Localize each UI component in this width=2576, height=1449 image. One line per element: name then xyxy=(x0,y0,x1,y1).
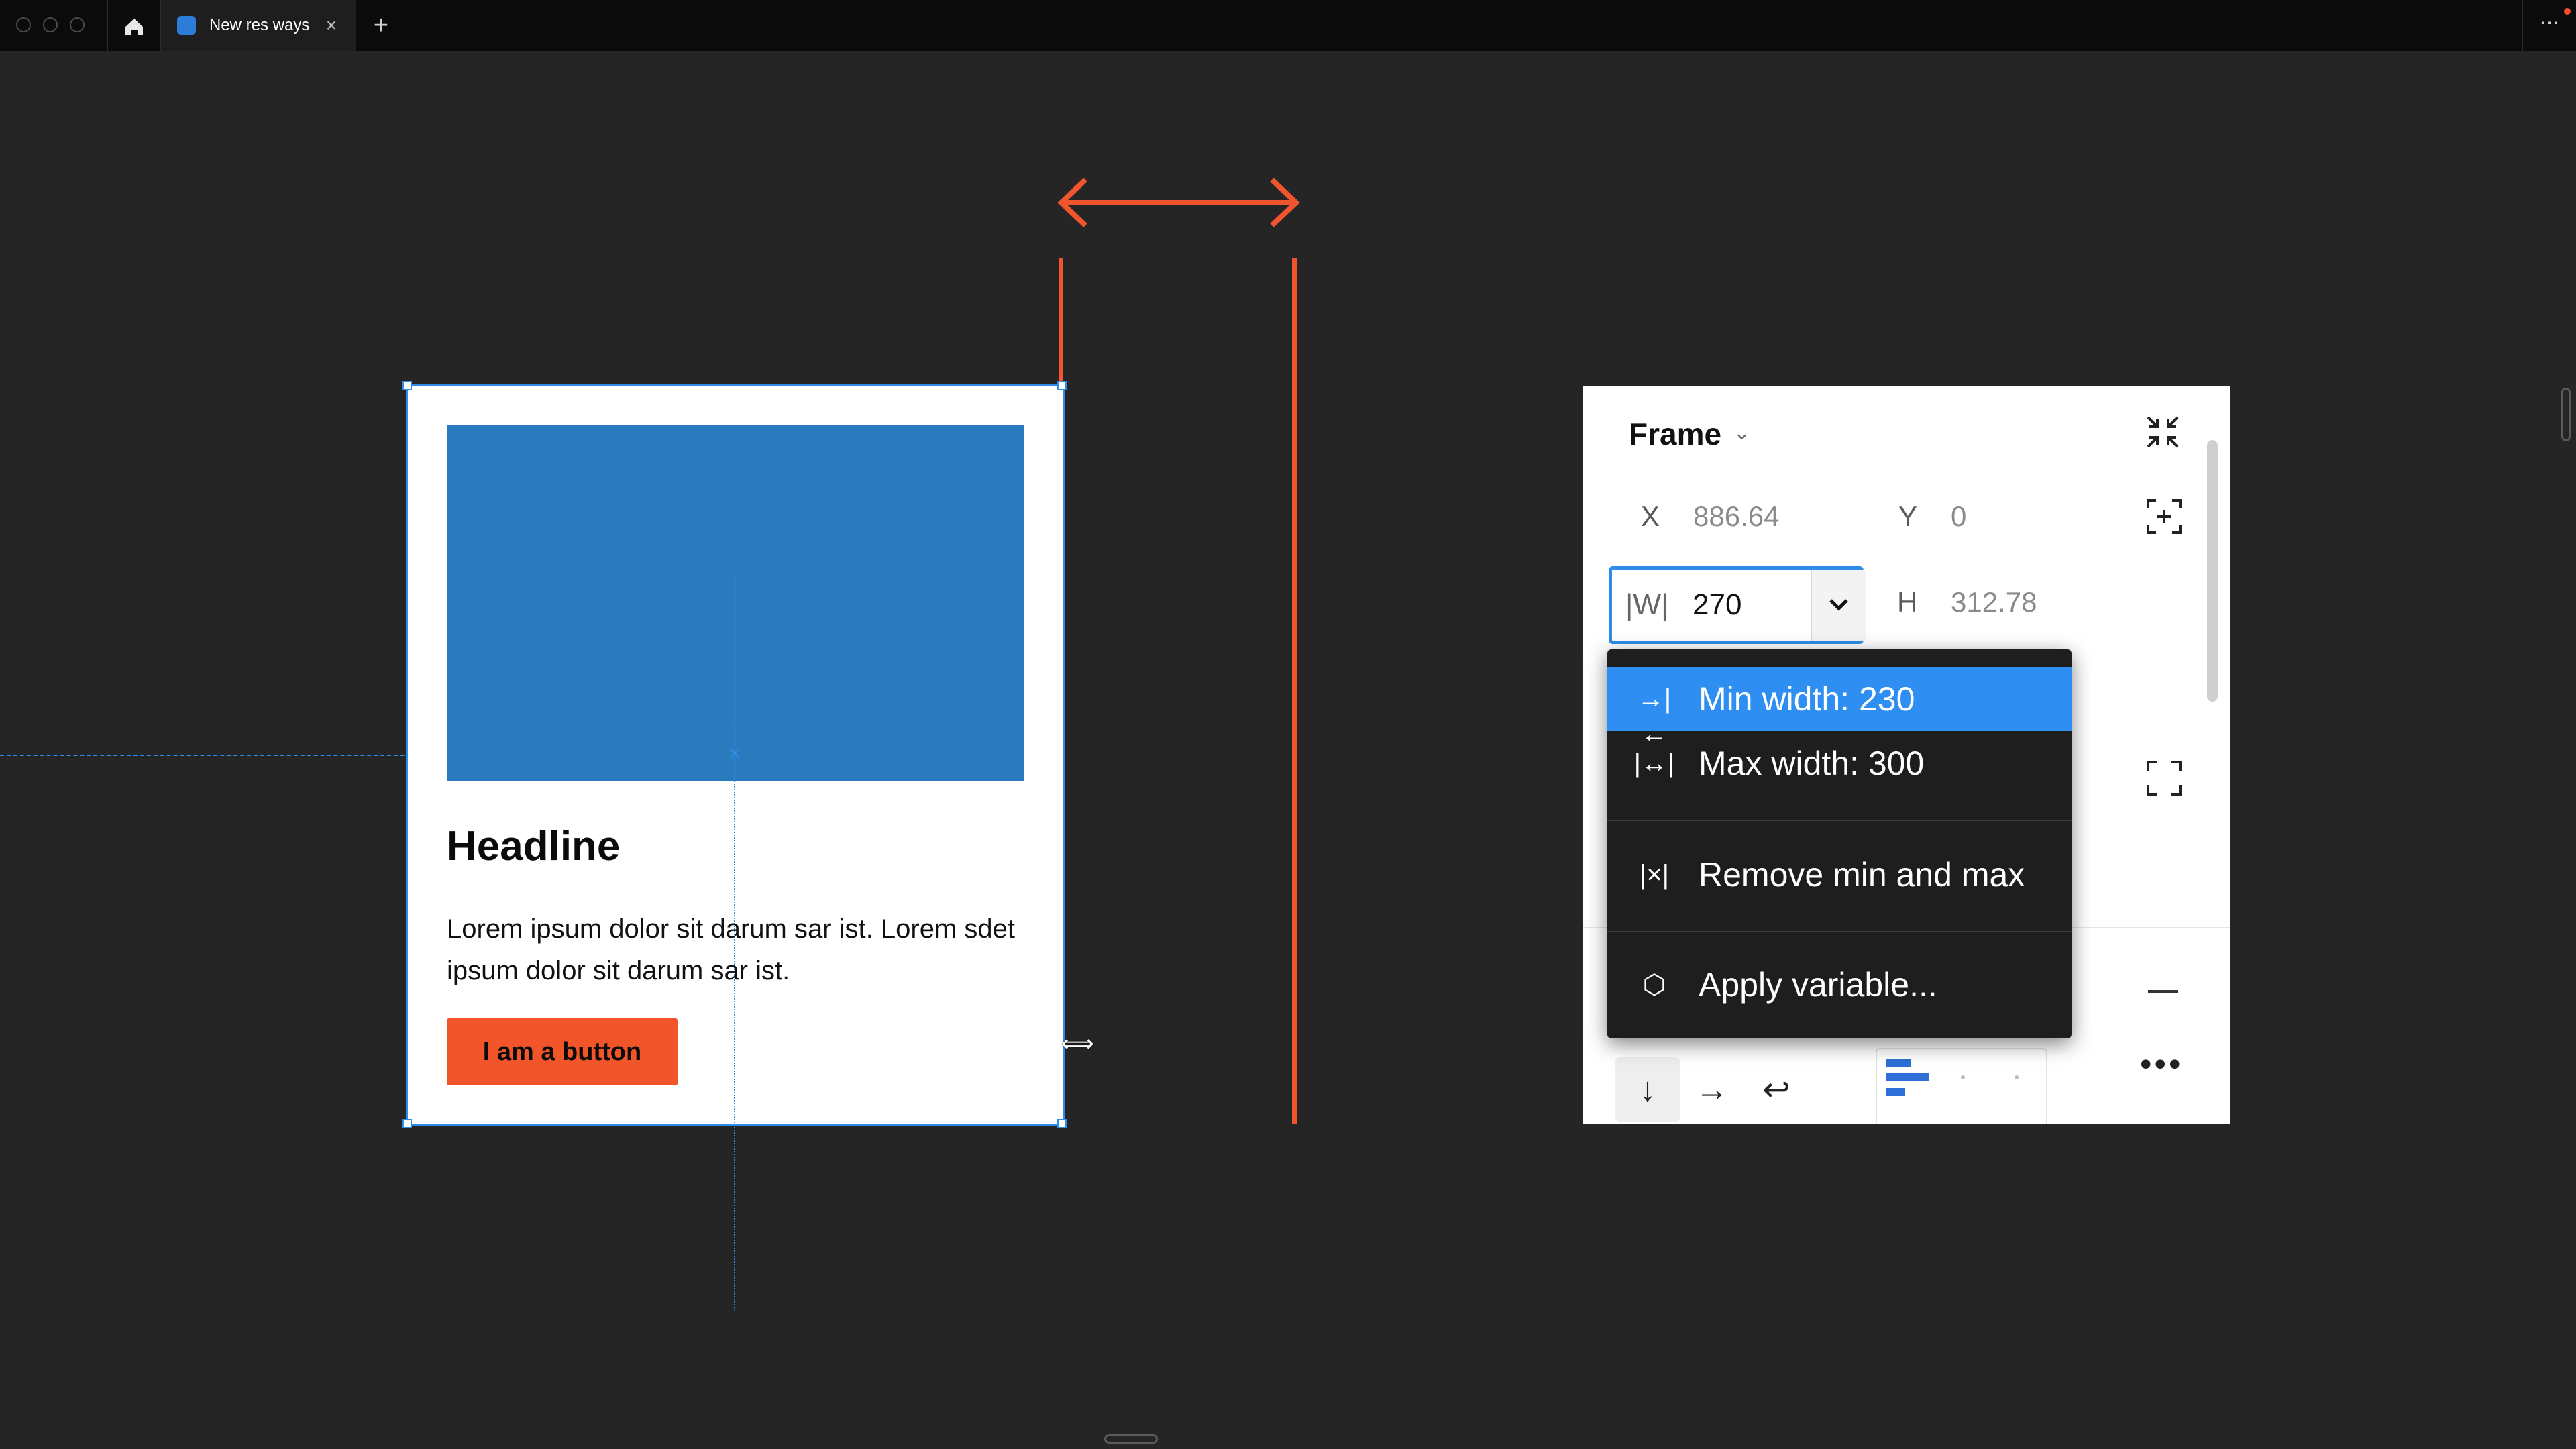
menu-separator xyxy=(1607,820,2072,821)
width-range-arrow-icon xyxy=(1057,178,1300,227)
chevron-down-icon[interactable]: ⌄ xyxy=(1733,421,1750,445)
x-label: X xyxy=(1641,500,1660,532)
flow-wrap-button[interactable]: ↩ xyxy=(1744,1057,1809,1122)
width-input[interactable]: 270 xyxy=(1693,588,1741,622)
panel-scrollbar[interactable] xyxy=(2207,440,2218,702)
resize-handle-top-left[interactable] xyxy=(402,381,412,390)
window-minimize-light[interactable] xyxy=(43,17,58,32)
fit-position-icon[interactable] xyxy=(2145,498,2183,535)
minus-icon[interactable] xyxy=(2148,990,2178,993)
canvas-scrollbar-vertical[interactable] xyxy=(2561,388,2571,441)
width-field[interactable]: |W| 270 xyxy=(1609,566,1866,644)
notification-dot xyxy=(2564,8,2571,15)
fullscreen-icon[interactable] xyxy=(2145,759,2183,797)
x-input[interactable]: 886.64 xyxy=(1693,500,1779,533)
title-bar: New res ways × + ⋯ xyxy=(0,0,2576,51)
home-button[interactable] xyxy=(107,0,161,51)
menu-item-label: Max width: 300 xyxy=(1699,745,1925,782)
min-width-icon: →|← xyxy=(1637,684,1672,749)
menu-item-apply-variable[interactable]: ⬡ Apply variable... xyxy=(1607,953,2072,1017)
width-dropdown-button[interactable] xyxy=(1811,570,1866,641)
window-close-light[interactable] xyxy=(16,17,31,32)
max-width-icon: |↔| xyxy=(1633,749,1675,778)
resize-cursor-icon: ⟺ xyxy=(1061,1031,1094,1057)
menu-separator xyxy=(1607,931,2072,932)
menu-item-max-width[interactable]: |↔| Max width: 300 xyxy=(1607,731,2072,796)
height-input[interactable]: 312.78 xyxy=(1951,586,2037,619)
tab-close-button[interactable]: × xyxy=(319,12,343,39)
window-maximize-light[interactable] xyxy=(70,17,85,32)
menu-item-label: Min width: 230 xyxy=(1699,680,1915,718)
tab-title: New res ways xyxy=(209,16,310,34)
y-label: Y xyxy=(1898,500,1918,532)
alignment-grid[interactable] xyxy=(1876,1048,2047,1124)
home-icon xyxy=(125,19,143,35)
card-button[interactable]: I am a button xyxy=(447,1018,678,1085)
chevron-down-icon xyxy=(1829,599,1848,611)
new-tab-button[interactable]: + xyxy=(368,11,394,40)
width-label: |W| xyxy=(1625,588,1669,621)
align-left-icon xyxy=(1886,1059,2019,1096)
canvas-scrollbar-horizontal[interactable] xyxy=(1104,1434,1158,1444)
y-input[interactable]: 0 xyxy=(1951,500,1966,533)
center-marker-icon: × xyxy=(728,741,741,765)
tab-new-res-ways[interactable]: New res ways × xyxy=(161,0,356,51)
variable-icon: ⬡ xyxy=(1642,970,1666,1000)
resize-handle-top-right[interactable] xyxy=(1057,381,1067,390)
menu-item-label: Remove min and max xyxy=(1699,856,2025,894)
menu-item-min-width[interactable]: →|← Min width: 230 xyxy=(1607,667,2072,749)
resize-handle-bottom-left[interactable] xyxy=(402,1119,412,1128)
menu-item-label: Apply variable... xyxy=(1699,966,1937,1004)
figma-file-icon xyxy=(177,16,196,35)
card-image-placeholder xyxy=(447,425,1024,781)
flow-vertical-button[interactable]: ↓ xyxy=(1615,1057,1680,1122)
resize-handle-bottom-right[interactable] xyxy=(1057,1119,1067,1128)
menu-item-remove-min-max[interactable]: |×| Remove min and max xyxy=(1607,843,2072,907)
frame-type-label[interactable]: Frame xyxy=(1629,416,1721,452)
width-dropdown-menu: →|← Min width: 230 |↔| Max width: 300 |×… xyxy=(1607,649,2072,1038)
card-body-text: Lorem ipsum dolor sit darum sar ist. Lor… xyxy=(447,914,1015,985)
alignment-guide-horizontal xyxy=(0,755,405,756)
more-options-icon[interactable]: ••• xyxy=(2140,1047,2184,1081)
card-headline: Headline xyxy=(447,823,621,869)
collapse-icon[interactable] xyxy=(2144,413,2182,451)
height-label: H xyxy=(1897,586,1918,618)
flow-horizontal-button[interactable]: → xyxy=(1680,1057,1744,1122)
max-width-guide-line xyxy=(1292,258,1297,1124)
card-frame[interactable]: × Headline Lorem ipsum dolor sit darum s… xyxy=(402,381,1067,1310)
remove-min-max-icon: |×| xyxy=(1639,860,1670,890)
